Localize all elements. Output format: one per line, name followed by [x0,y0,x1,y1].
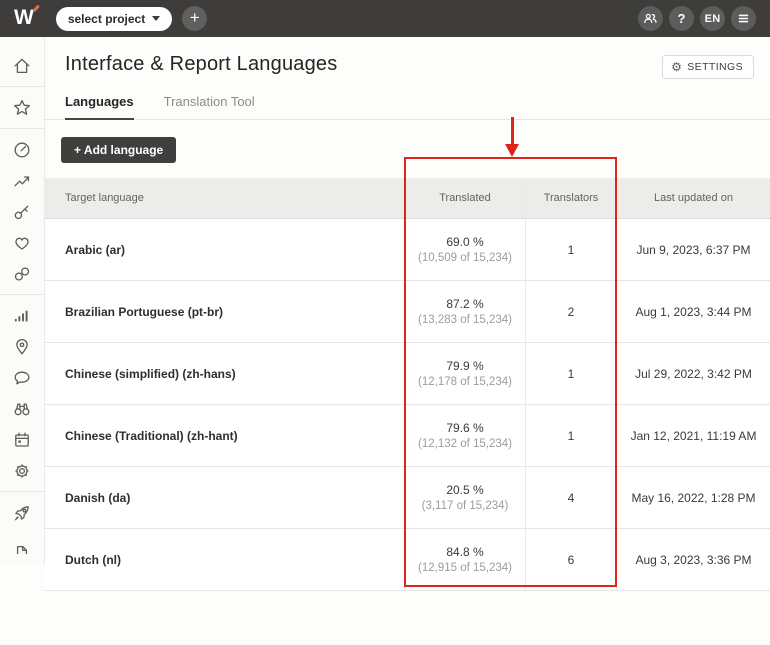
select-project-dropdown[interactable]: select project [56,7,172,31]
language-name[interactable]: Dutch (nl) [65,553,121,567]
question-icon: ? [678,11,686,26]
add-language-button[interactable]: + Add language [61,137,176,163]
column-header-translators[interactable]: Translators [525,178,616,218]
line-chart-icon[interactable] [12,171,32,191]
gauge-icon[interactable] [12,140,32,160]
sidebar-divider [0,294,45,295]
sidebar-divider [0,491,45,492]
gear-icon[interactable] [12,461,32,481]
logo-w: W [14,6,34,29]
binoculars-icon[interactable] [12,399,32,419]
language-button[interactable]: EN [700,6,725,31]
translated-percent: 79.6 % [446,421,483,435]
table-row[interactable]: Dutch (nl) 84.8 % (12,915 of 15,234) 6 A… [45,529,770,591]
languages-table: Target language Translated Translators L… [45,178,770,591]
table-header-row: Target language Translated Translators L… [45,178,770,219]
caret-down-icon [152,16,160,21]
gear-icon: ⚙ [671,61,682,73]
language-name[interactable]: Danish (da) [65,491,130,505]
toolbar: + Add language [45,120,770,163]
main-content: Interface & Report Languages ⚙ SETTINGS … [45,37,770,645]
table-row[interactable]: Danish (da) 20.5 % (3,117 of 15,234) 4 M… [45,467,770,529]
add-project-button[interactable]: + [182,6,207,31]
link-icon[interactable] [12,264,32,284]
translated-detail: (12,915 of 15,234) [418,562,512,574]
sidebar-divider [0,128,45,129]
translators-count: 1 [568,367,575,381]
language-badge: EN [705,13,721,25]
tab-languages[interactable]: Languages [65,94,134,120]
help-button[interactable]: ? [669,6,694,31]
topbar: W select project + ? EN [0,0,770,37]
users-icon [642,10,659,27]
table-row[interactable]: Arabic (ar) 69.0 % (10,509 of 15,234) 1 … [45,219,770,281]
translators-count: 4 [568,491,575,505]
last-updated: Aug 3, 2023, 3:36 PM [635,553,751,567]
language-name[interactable]: Brazilian Portuguese (pt-br) [65,305,223,319]
tab-translation-tool[interactable]: Translation Tool [164,94,255,119]
app-logo[interactable]: W [14,7,34,28]
plus-icon: + [190,8,200,28]
translators-count: 2 [568,305,575,319]
page-header: Interface & Report Languages ⚙ SETTINGS [45,37,770,79]
translated-detail: (12,132 of 15,234) [418,438,512,450]
topbar-actions: ? EN [638,6,756,31]
document-icon[interactable] [12,534,32,554]
column-header-target-language[interactable]: Target language [45,178,404,218]
last-updated: Jul 29, 2022, 3:42 PM [635,367,752,381]
translated-percent: 79.9 % [446,359,483,373]
chat-bubble-icon[interactable] [12,368,32,388]
tab-bar: Languages Translation Tool [45,94,770,120]
settings-button-label: SETTINGS [687,61,743,73]
column-header-last-updated[interactable]: Last updated on [616,178,770,218]
translated-percent: 69.0 % [446,235,483,249]
settings-button[interactable]: ⚙ SETTINGS [662,55,754,79]
translated-detail: (10,509 of 15,234) [418,252,512,264]
language-name[interactable]: Arabic (ar) [65,243,125,257]
table-row[interactable]: Chinese (Traditional) (zh-hant) 79.6 % (… [45,405,770,467]
key-icon[interactable] [12,202,32,222]
last-updated: May 16, 2022, 1:28 PM [631,491,755,505]
location-pin-icon[interactable] [12,337,32,357]
hamburger-icon [735,10,752,27]
translated-detail: (3,117 of 15,234) [422,500,509,512]
translators-count: 1 [568,243,575,257]
translators-count: 6 [568,553,575,567]
translated-percent: 87.2 % [446,297,483,311]
rocket-icon[interactable] [12,503,32,523]
heart-icon[interactable] [12,233,32,253]
calendar-icon[interactable] [12,430,32,450]
language-name[interactable]: Chinese (simplified) (zh-hans) [65,367,236,381]
translated-percent: 20.5 % [446,483,483,497]
signal-bars-icon[interactable] [12,306,32,326]
last-updated: Jun 9, 2023, 6:37 PM [636,243,750,257]
last-updated: Aug 1, 2023, 3:44 PM [635,305,751,319]
column-header-translated[interactable]: Translated [404,178,525,218]
translated-detail: (13,283 of 15,234) [418,314,512,326]
select-project-label: select project [68,12,145,26]
translated-percent: 84.8 % [446,545,483,559]
star-icon[interactable] [12,98,32,118]
last-updated: Jan 12, 2021, 11:19 AM [631,429,757,443]
translated-detail: (12,178 of 15,234) [418,376,512,388]
home-icon[interactable] [12,56,32,76]
sidebar-divider [0,86,45,87]
sidebar-nav [0,37,45,565]
users-button[interactable] [638,6,663,31]
translators-count: 1 [568,429,575,443]
table-row[interactable]: Chinese (simplified) (zh-hans) 79.9 % (1… [45,343,770,405]
table-row[interactable]: Brazilian Portuguese (pt-br) 87.2 % (13,… [45,281,770,343]
page-title: Interface & Report Languages [65,53,337,76]
menu-button[interactable] [731,6,756,31]
language-name[interactable]: Chinese (Traditional) (zh-hant) [65,429,238,443]
